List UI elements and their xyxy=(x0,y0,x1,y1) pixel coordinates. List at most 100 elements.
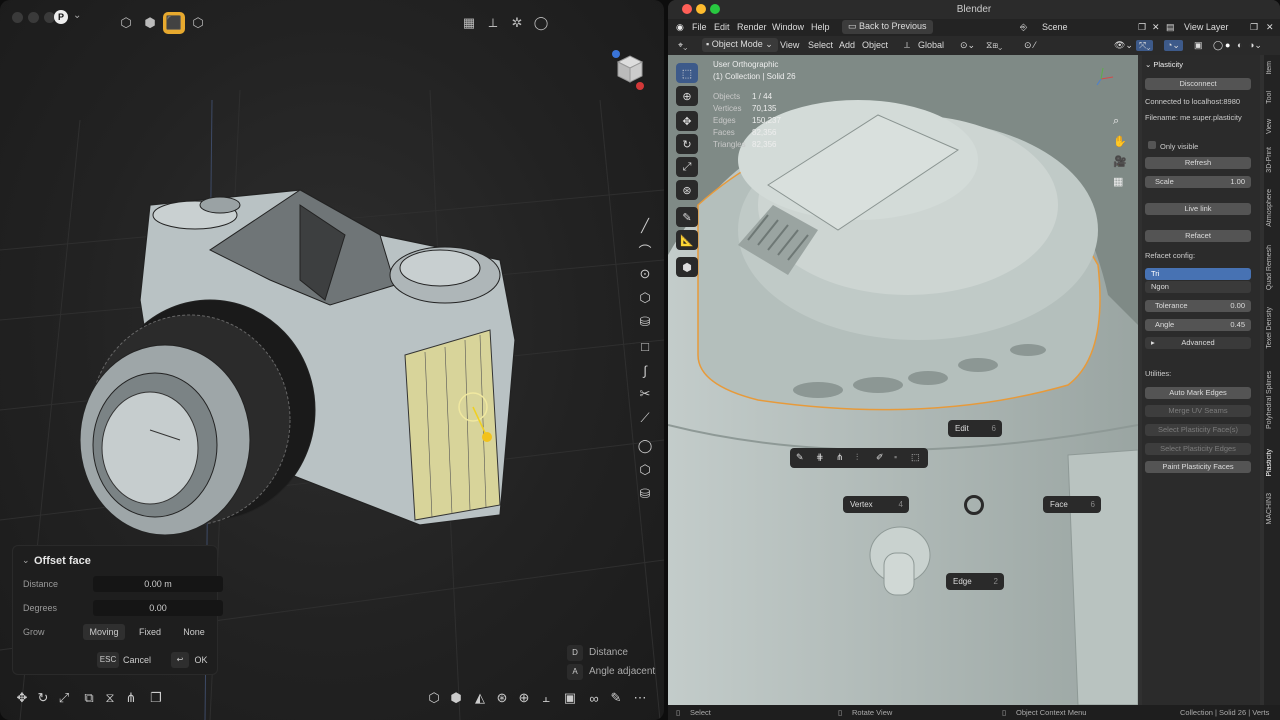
sphere-tool-icon[interactable]: ◯ xyxy=(635,436,655,456)
profile-avatar[interactable]: P xyxy=(54,10,68,24)
cylinder-tool-icon[interactable]: ⛁ xyxy=(635,312,655,332)
grow-option-fixed[interactable]: Fixed xyxy=(129,624,171,640)
transform-tool-icon[interactable]: ⊛ xyxy=(676,180,698,200)
overlay-icon[interactable]: ◔⌄ xyxy=(1164,40,1183,51)
snap-icon[interactable]: ⧖⊞⌄ xyxy=(986,40,1002,51)
pie-edge-button[interactable]: Edge 2 xyxy=(946,573,1004,590)
knife-icon[interactable]: ✐ xyxy=(876,452,884,463)
pivot-icon[interactable]: ⊙⌄ xyxy=(960,40,975,51)
tab-atmosphere[interactable]: Atmosphere xyxy=(1266,189,1273,227)
mirror-icon[interactable]: ⧖ xyxy=(100,688,120,708)
database-tool-icon[interactable]: ⛁ xyxy=(635,484,655,504)
pan-hand-icon[interactable]: ✋ xyxy=(1113,135,1127,148)
ortho-grid-icon[interactable]: ▦ xyxy=(1113,175,1123,188)
tab-texel-density[interactable]: Texel Density xyxy=(1266,307,1273,349)
mesh-icon[interactable]: ⋕ xyxy=(816,452,824,463)
header-menu-select[interactable]: Select xyxy=(808,40,833,50)
curve-tool-icon[interactable]: ⌒ xyxy=(635,240,655,260)
face-select-icon[interactable]: ⬛ xyxy=(163,12,185,34)
extrude-icon[interactable]: ⊕ xyxy=(514,688,534,708)
knife-tool-icon[interactable]: ⟋ xyxy=(635,408,655,428)
pie-edit-button[interactable]: Edit 6 xyxy=(948,420,1002,437)
orientation-dropdown[interactable]: Global xyxy=(918,40,944,50)
proportional-icon[interactable]: ⊙ ⁄ xyxy=(1024,40,1036,51)
collapse-chevron-icon[interactable]: ⌄ xyxy=(22,555,30,566)
slice-icon[interactable]: ⫠ xyxy=(536,688,556,708)
scale-tool-icon[interactable]: ⤢ xyxy=(676,157,698,177)
gizmo-icon[interactable]: ⤧⌄ xyxy=(1136,40,1154,51)
pie-vertex-button[interactable]: Vertex 4 xyxy=(843,496,909,513)
annotate-tool-icon[interactable]: ✎ xyxy=(676,207,698,227)
tab-plasticity[interactable]: Plasticity xyxy=(1266,449,1273,477)
polygon-tool-icon[interactable]: ⬡ xyxy=(635,288,655,308)
scene-field[interactable]: Scene xyxy=(1042,22,1068,32)
rotate-tool-icon[interactable]: ↻ xyxy=(676,134,698,154)
select-icon[interactable]: ⬚ xyxy=(911,452,920,463)
pen-icon[interactable]: ✎ xyxy=(606,688,626,708)
tab-quad-remesh[interactable]: Quad Remesh xyxy=(1266,245,1273,290)
circle-icon[interactable]: ◯ xyxy=(530,12,552,34)
tab-3d-print[interactable]: 3D-Print xyxy=(1266,147,1273,173)
tab-polyhedral-splines[interactable]: Polyhedral Splines xyxy=(1266,371,1273,429)
loop-cut-icon[interactable]: ⋔ xyxy=(836,452,844,463)
fillet-icon[interactable]: ◭ xyxy=(470,688,490,708)
disconnect-button[interactable]: Disconnect xyxy=(1145,78,1251,90)
tolerance-field[interactable]: Tolerance 0.00 xyxy=(1145,300,1251,312)
scale-field[interactable]: Scale 1.00 xyxy=(1145,176,1251,188)
bevel-icon[interactable]: ⫶ xyxy=(856,452,858,463)
degrees-field[interactable]: 0.00 xyxy=(93,600,223,616)
add-cube-tool-icon[interactable]: ⬢ xyxy=(676,257,698,277)
refacet-button[interactable]: Refacet xyxy=(1145,230,1251,242)
3d-viewport[interactable]: ⬚ ⊕ ✥ ↻ ⤢ ⊛ ✎ 📐 ⬢ User Orthographic (1) … xyxy=(668,55,1138,705)
more-icon[interactable]: ⋯ xyxy=(630,688,650,708)
camera-view-icon[interactable]: 🎥 xyxy=(1113,155,1127,168)
header-menu-add[interactable]: Add xyxy=(839,40,855,50)
material-shading-icon[interactable]: ◐ xyxy=(1237,40,1242,50)
move-icon[interactable]: ✥ xyxy=(12,688,32,708)
close-window-button[interactable] xyxy=(682,4,692,14)
pencil-icon[interactable]: ✎ xyxy=(796,452,804,463)
snap-icon[interactable]: ✲ xyxy=(506,12,528,34)
header-menu-view[interactable]: View xyxy=(780,40,799,50)
box-icon[interactable]: ⬡ xyxy=(424,688,444,708)
scale-icon[interactable]: ⤢ xyxy=(54,688,74,708)
zoom-icon[interactable]: ⌕ xyxy=(1113,115,1119,128)
ok-button[interactable]: OK xyxy=(191,652,211,668)
remove-scene-icon[interactable]: ✕ xyxy=(1152,22,1160,33)
offset-icon[interactable]: ⊛ xyxy=(492,688,512,708)
camera-closeup-model[interactable] xyxy=(668,55,1138,705)
move-tool-icon[interactable]: ✥ xyxy=(676,111,698,131)
cursor-tool-icon[interactable]: ⊕ xyxy=(676,86,698,106)
navigation-gizmo-icon[interactable] xyxy=(1093,65,1117,89)
view-layer-icon[interactable]: ▤ xyxy=(1166,22,1175,33)
solid-shading-icon[interactable]: ● xyxy=(1225,40,1230,50)
grid-icon[interactable]: ▦ xyxy=(458,12,480,34)
editor-type-icon[interactable]: ⌖⌄ xyxy=(678,40,687,51)
grow-option-none[interactable]: None xyxy=(173,624,215,640)
duplicate-icon[interactable]: ⧉ xyxy=(79,688,99,708)
scene-icon[interactable]: ⎆ xyxy=(1020,22,1027,33)
zoom-window-button[interactable] xyxy=(710,4,720,14)
camera-model[interactable] xyxy=(79,189,516,536)
tri-option[interactable]: Tri xyxy=(1145,268,1251,280)
tab-item[interactable]: Item xyxy=(1266,61,1273,75)
minimize-window-button[interactable] xyxy=(28,12,39,23)
cut-tool-icon[interactable]: ✂ xyxy=(635,384,655,404)
menu-help[interactable]: Help xyxy=(811,22,830,32)
frame-icon[interactable]: ▣ xyxy=(560,688,580,708)
wireframe-shading-icon[interactable]: ◯ xyxy=(1213,40,1223,51)
blender-logo-icon[interactable]: ◉ xyxy=(676,22,684,33)
angle-field[interactable]: Angle 0.45 xyxy=(1145,319,1251,331)
refresh-button[interactable]: Refresh xyxy=(1145,157,1251,169)
tab-view[interactable]: View xyxy=(1266,119,1273,134)
back-to-previous-button[interactable]: ▭ Back to Previous xyxy=(842,20,933,34)
select-plasticity-faces-button[interactable]: Select Plasticity Face(s) xyxy=(1145,424,1251,436)
advanced-toggle[interactable]: ▸ Advanced xyxy=(1145,337,1251,349)
cancel-button[interactable]: Cancel xyxy=(121,652,153,668)
tab-machin3[interactable]: MACHIN3 xyxy=(1266,493,1273,525)
chevron-down-icon[interactable]: ⌄ xyxy=(73,10,81,21)
menu-window[interactable]: Window xyxy=(772,22,804,32)
solid-select-icon[interactable]: ⬡ xyxy=(187,12,209,34)
menu-file[interactable]: File xyxy=(692,22,707,32)
orientation-icon[interactable]: ⟂ xyxy=(904,40,910,51)
